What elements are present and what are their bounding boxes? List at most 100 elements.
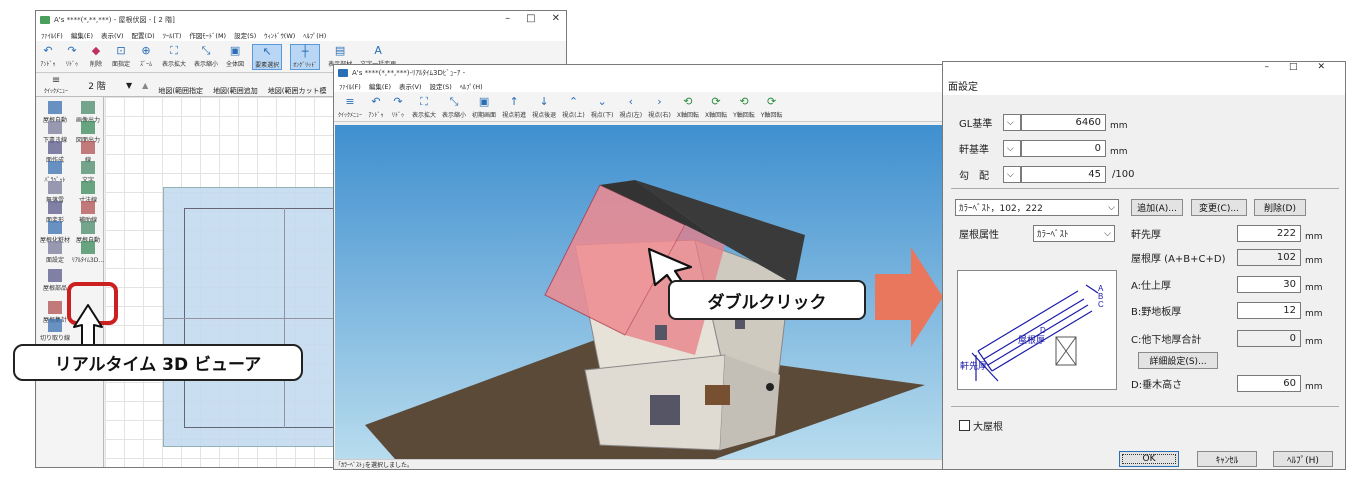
dialog-minimize-icon[interactable]: – <box>1264 62 1269 76</box>
menu-tool[interactable]: ﾂｰﾙ(T) <box>163 30 182 40</box>
material-select[interactable]: ｶﾗｰﾍﾞｽﾄ，102，222 ⌵ <box>955 199 1119 216</box>
viewer-menu-item-3[interactable]: 設定(S) <box>430 81 452 91</box>
menu-place[interactable]: 配置(D) <box>132 30 155 40</box>
viewer-tool-button-1[interactable]: ↶ ｱﾝﾄﾞｩ <box>368 95 384 119</box>
element-select-button[interactable]: ↖ 要素選択 <box>252 44 283 70</box>
floor-dropdown-icon[interactable]: ▼ <box>126 81 132 90</box>
chevron-right-icon: › <box>657 95 662 108</box>
viewer-tool-button-14[interactable]: ⟲ Y軸回転 <box>733 95 755 119</box>
surface-select-button[interactable]: ⊡ 面指定 <box>112 44 130 68</box>
hamburger-icon: ≡ <box>51 75 61 86</box>
help-button[interactable]: ﾍﾙﾌﾟ(H) <box>1273 451 1333 467</box>
sidebar-item-14[interactable]: 面設定 <box>39 241 71 264</box>
gl-dropdown[interactable]: ⌵ <box>1003 114 1021 131</box>
zoom-in-icon: ⛶ <box>420 95 428 108</box>
zoom-out-button[interactable]: ⤡ 表示縮小 <box>194 44 218 68</box>
add-button[interactable]: 追加(A)... <box>1131 199 1183 216</box>
map-range-specify-button[interactable]: 地図(範囲指定 <box>158 86 203 96</box>
dialog-maximize-icon[interactable]: □ <box>1289 62 1298 76</box>
close-icon[interactable]: ✕ <box>552 13 560 24</box>
slope-input[interactable]: 45 <box>1021 166 1106 183</box>
viewer-tool-button-5[interactable]: ▣ 初期画面 <box>472 95 496 119</box>
gl-input[interactable]: 6460 <box>1021 114 1106 131</box>
chevron-down-icon: ⌵ <box>1007 143 1014 154</box>
zoom-in-button[interactable]: ⛶ 表示拡大 <box>162 44 186 68</box>
sidebar-item-label: 屋根部品 <box>42 285 67 292</box>
menu-settings[interactable]: 設定(S) <box>234 30 256 40</box>
map-range-add-button[interactable]: 地図(範囲追加 <box>213 86 258 96</box>
viewer-tool-button-6[interactable]: ↑ 視点前進 <box>502 95 526 119</box>
field-input[interactable]: 12 <box>1237 302 1301 319</box>
viewer-menu-item-1[interactable]: 編集(E) <box>369 81 391 91</box>
roof-auto2-icon <box>81 221 95 234</box>
redo-button[interactable]: ↷ ﾘﾄﾞｩ <box>64 44 80 68</box>
eave-input[interactable]: 0 <box>1021 140 1106 157</box>
rotate-x-reverse-icon: ⟳ <box>711 95 721 108</box>
viewer-tool-button-8[interactable]: ⌃ 視点(上) <box>562 95 585 119</box>
diagram-c: C <box>1098 300 1104 309</box>
roof-attr-select[interactable]: ｶﾗｰﾍﾞｽﾄ ⌵ <box>1033 225 1115 242</box>
viewer-tool-button-15[interactable]: ⟳ Y軸回転 <box>761 95 783 119</box>
zoom-button[interactable]: ⊕ ｽﾞｰﾑ <box>138 44 154 68</box>
viewer-tool-button-7[interactable]: ↓ 視点後退 <box>532 95 556 119</box>
cancel-button[interactable]: ｷｬﾝｾﾙ <box>1197 451 1257 467</box>
undo-icon: ↶ <box>43 44 53 57</box>
field-unit: mm <box>1305 255 1323 266</box>
viewer-tool-button-11[interactable]: › 視点(右) <box>648 95 671 119</box>
menu-edit[interactable]: 編集(E) <box>71 30 93 40</box>
menu-help[interactable]: ﾍﾙﾌﾟ(H) <box>303 30 326 40</box>
field-unit: mm <box>1305 336 1323 347</box>
dialog-close-icon[interactable]: ✕ <box>1317 62 1325 76</box>
menu-window[interactable]: ｳｨﾝﾄﾞｳ(W) <box>264 30 295 40</box>
on-grid-button[interactable]: ┼ ｵﾝｸﾞﾘｯﾄﾞ <box>290 44 321 70</box>
viewer-tool-button-0[interactable]: ≡ ｸｲｯｸﾒﾆｭｰ <box>338 95 362 119</box>
undo-button[interactable]: ↶ ｱﾝﾄﾞｩ <box>40 44 56 68</box>
viewer-tool-button-9[interactable]: ⌄ 視点(下) <box>591 95 614 119</box>
viewer-tool-button-4[interactable]: ⤡ 表示縮小 <box>442 95 466 119</box>
maximize-icon[interactable]: □ <box>526 13 535 24</box>
field-row-0: 軒先厚 222 mm <box>1131 225 1323 242</box>
field-input[interactable]: 30 <box>1237 276 1301 293</box>
zoom-out-icon: ⤡ <box>201 44 211 57</box>
viewer-tool-button-13[interactable]: ⟳ X軸回転 <box>705 95 727 119</box>
field-input[interactable]: 60 <box>1237 375 1301 392</box>
overview-button[interactable]: ▣ 全体図 <box>226 44 244 68</box>
menu-draw-mode[interactable]: 作図ﾓｰﾄﾞ(M) <box>189 30 226 40</box>
map-range-cut-button[interactable]: 地図(範囲カット模 <box>268 86 327 96</box>
menu-file[interactable]: ﾌｧｲﾙ(F) <box>41 30 63 40</box>
viewer-callout: リアルタイム 3D ビューア <box>13 344 303 381</box>
floor-up-icon[interactable]: ▲ <box>142 81 148 90</box>
home-view-icon: ▣ <box>478 95 490 108</box>
change-button[interactable]: 変更(C)... <box>1191 199 1247 216</box>
field-input[interactable]: 222 <box>1237 225 1301 242</box>
sidebar-item-15[interactable]: ﾘｱﾙﾀｲﾑ3D... <box>72 241 104 264</box>
sidebar-item-18[interactable]: 切り取り線 <box>39 319 71 342</box>
chevron-down-icon: ⌵ <box>1007 117 1014 128</box>
viewer-menu-item-2[interactable]: 表示(V) <box>399 81 422 91</box>
field-row-4: C:他下地厚合計 0 mm <box>1131 330 1323 347</box>
minimize-icon[interactable]: – <box>505 13 510 24</box>
big-roof-checkbox[interactable] <box>959 420 970 431</box>
detail-settings-button[interactable]: 詳細設定(S)... <box>1138 352 1218 369</box>
surface-transform-icon <box>48 201 62 214</box>
viewer-tool-button-12[interactable]: ⟲ X軸回転 <box>677 95 699 119</box>
viewer-tool-button-3[interactable]: ⛶ 表示拡大 <box>412 95 436 119</box>
viewer-tool-button-10[interactable]: ‹ 視点(左) <box>619 95 642 119</box>
viewer-toolbar: ≡ ｸｲｯｸﾒﾆｭｰ ↶ ｱﾝﾄﾞｩ ↷ ﾘﾄﾞｩ ⛶ 表示拡大 ⤡ 表示縮小 ▣ 初期画面 ↑ 視点前進… <box>334 92 942 122</box>
surface-select-icon: ⊡ <box>116 44 126 57</box>
menu-view[interactable]: 表示(V) <box>101 30 124 40</box>
delete-material-button[interactable]: 削除(D) <box>1254 199 1306 216</box>
viewer-menu-item-0[interactable]: ﾌｧｲﾙ(F) <box>339 81 361 91</box>
dimension-icon <box>81 181 95 194</box>
eave-dropdown[interactable]: ⌵ <box>1003 140 1021 157</box>
viewer-menu-item-4[interactable]: ﾍﾙﾌﾟ(H) <box>460 81 483 91</box>
viewer-menubar: ﾌｧｲﾙ(F) 編集(E) 表示(V) 設定(S) ﾍﾙﾌﾟ(H) <box>334 80 942 92</box>
roof-trim-icon <box>48 221 62 234</box>
quick-menu-button[interactable]: ≡ ｸｲｯｸﾒﾆｭｰ <box>44 75 68 95</box>
slope-dropdown[interactable]: ⌵ <box>1003 166 1021 183</box>
viewer-tool-button-2[interactable]: ↷ ﾘﾄﾞｩ <box>390 95 406 119</box>
arrow-up-icon: ↑ <box>509 95 519 108</box>
delete-button[interactable]: ◆ 削除 <box>88 44 104 68</box>
diagram-eave-thickness: 軒先厚 <box>960 360 987 372</box>
ok-button[interactable]: OK <box>1119 451 1179 467</box>
